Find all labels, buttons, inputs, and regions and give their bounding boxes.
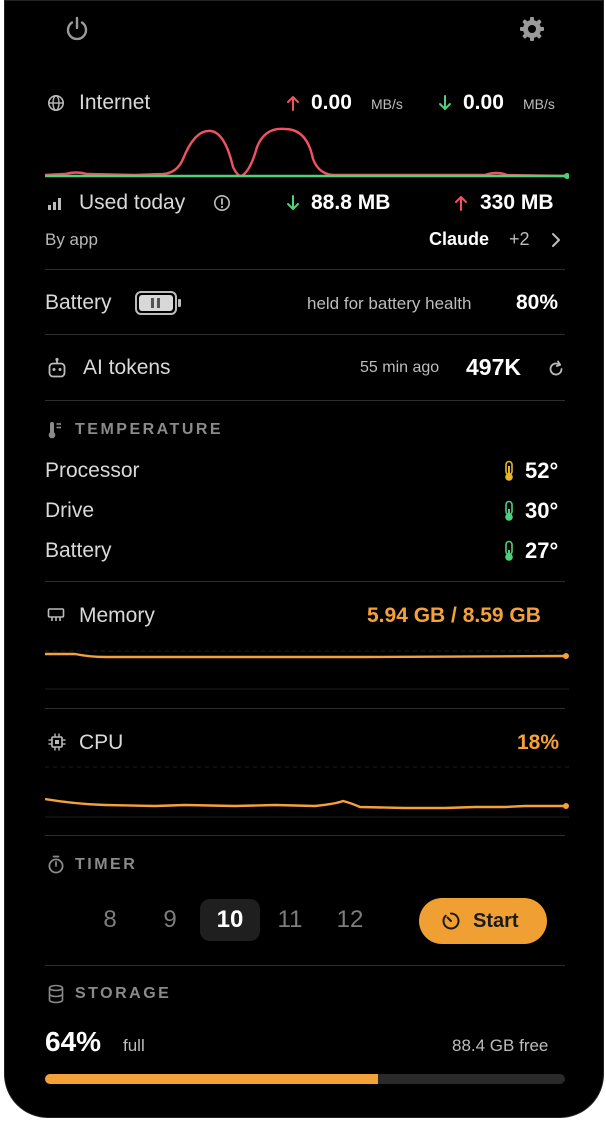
used-today-label: Used today — [79, 191, 186, 214]
divider — [45, 400, 565, 401]
download-total-arrow-icon — [285, 194, 301, 212]
storage-heading: STORAGE — [75, 985, 172, 1002]
upload-total-arrow-icon — [453, 194, 469, 212]
more-apps-count: +2 — [509, 229, 530, 249]
download-total: 88.8 MB — [311, 191, 391, 214]
cpu-chip-icon — [47, 732, 67, 752]
upload-speed: 0.00 — [311, 91, 352, 114]
by-app-link[interactable]: Claude +2 — [429, 227, 569, 253]
download-arrow-icon — [437, 94, 453, 112]
battery-percent: 80% — [516, 291, 559, 314]
battery-label: Battery — [45, 291, 112, 314]
top-app-name: Claude — [429, 229, 490, 249]
divider — [45, 708, 565, 709]
upload-arrow-icon — [285, 94, 301, 112]
memory-chart — [45, 650, 569, 690]
by-app-label: By app — [45, 230, 98, 249]
temp-value-processor: 52° — [525, 458, 559, 483]
divider — [45, 581, 565, 582]
temp-value-drive: 30° — [525, 498, 559, 523]
cpu-chart — [45, 766, 569, 818]
start-button[interactable]: Start — [419, 898, 547, 944]
divider — [45, 269, 565, 270]
ai-tokens-value: 497K — [466, 354, 521, 380]
timer-option-9[interactable]: 9 — [140, 899, 200, 941]
refresh-icon[interactable] — [546, 359, 566, 379]
internet-label: Internet — [79, 91, 151, 114]
divider — [45, 334, 565, 335]
memory-chip-icon — [47, 607, 65, 623]
thermometer-cool-icon — [502, 500, 516, 522]
timer-option-12[interactable]: 12 — [320, 899, 380, 941]
storage-percent: 64% — [45, 1026, 102, 1057]
stopwatch-icon — [47, 855, 65, 875]
timer-start-icon — [441, 911, 461, 931]
network-sparkline — [45, 127, 569, 179]
timer-heading: TIMER — [75, 856, 138, 873]
upload-line — [45, 127, 569, 178]
power-icon[interactable] — [63, 15, 91, 43]
ai-tokens-time-ago: 55 min ago — [360, 359, 440, 376]
cpu-line — [45, 797, 565, 810]
gear-icon[interactable] — [518, 15, 546, 43]
globe-icon — [47, 94, 65, 112]
thermometer-warm-icon — [502, 460, 516, 482]
signal-bars-icon — [47, 195, 65, 211]
stats-panel: Internet 0.00 MB/s 0.00 MB/s Used today … — [4, 0, 604, 1118]
upload-speed-unit: MB/s — [371, 96, 403, 112]
storage-bar — [45, 1074, 565, 1084]
battery-toggle[interactable] — [135, 291, 183, 315]
timer-option-8[interactable]: 8 — [80, 899, 140, 941]
temp-label-drive: Drive — [45, 499, 95, 522]
memory-value: 5.94 GB / 8.59 GB — [367, 604, 541, 627]
download-speed-unit: MB/s — [523, 96, 555, 112]
cpu-value: 18% — [517, 731, 560, 754]
storage-free: 88.4 GB free — [452, 1036, 549, 1055]
robot-icon — [47, 357, 67, 379]
start-label: Start — [473, 910, 519, 932]
temp-label-processor: Processor — [45, 459, 140, 482]
thermometer-cool-icon — [502, 540, 516, 562]
thermometer-heading-icon — [47, 420, 63, 440]
memory-line — [45, 652, 566, 659]
memory-label: Memory — [79, 604, 155, 627]
temperature-heading: TEMPERATURE — [75, 421, 224, 438]
divider — [45, 835, 565, 836]
chevron-right-icon — [551, 232, 561, 248]
cpu-endpoint — [563, 803, 569, 809]
storage-bar-fill — [45, 1074, 378, 1084]
upload-total: 330 MB — [480, 191, 554, 214]
temp-label-battery: Battery — [45, 539, 112, 562]
download-speed: 0.00 — [463, 91, 504, 114]
timer-option-10[interactable]: 10 — [200, 899, 260, 941]
cpu-label: CPU — [79, 731, 124, 754]
ai-tokens-label: AI tokens — [83, 356, 171, 379]
sparkline-endpoint — [564, 173, 569, 179]
temp-value-battery: 27° — [525, 538, 559, 563]
database-icon — [47, 984, 65, 1004]
info-icon[interactable] — [213, 194, 231, 212]
timer-option-11[interactable]: 11 — [260, 899, 320, 941]
memory-endpoint — [563, 653, 569, 659]
divider — [45, 965, 565, 966]
storage-full-label: full — [123, 1036, 145, 1055]
battery-status: held for battery health — [307, 294, 472, 313]
